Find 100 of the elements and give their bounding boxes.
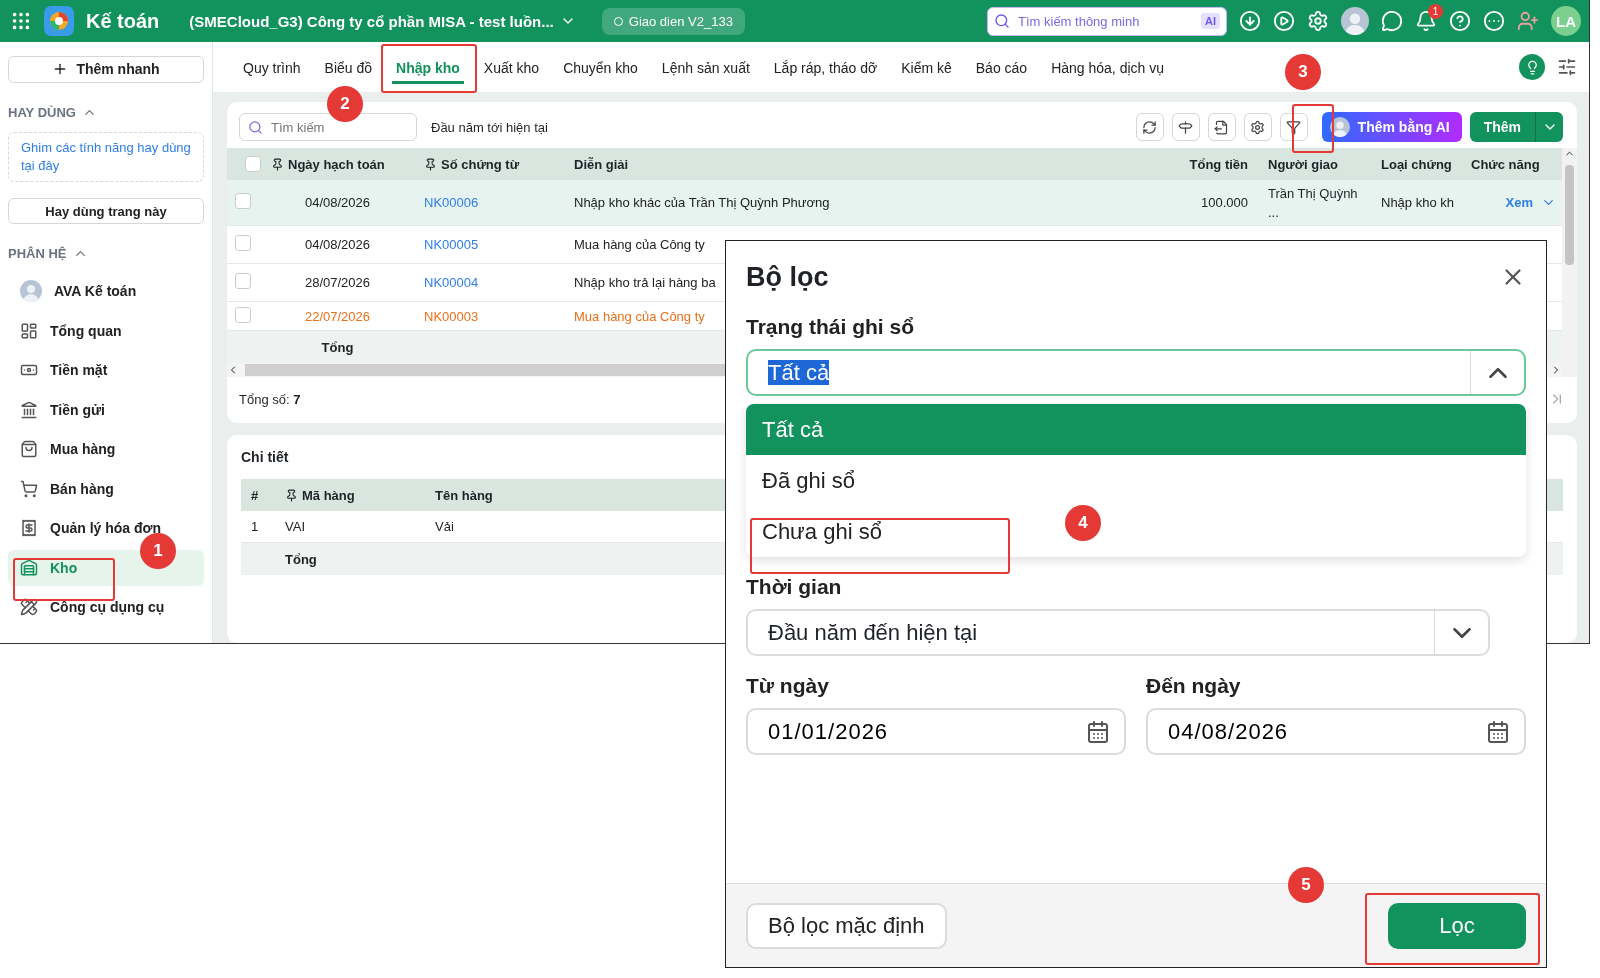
tab[interactable]: Báo cáo (971, 50, 1032, 84)
favorite-page-button[interactable]: Hay dùng trang này (8, 197, 204, 225)
total-label: Tổng (320, 339, 355, 355)
export-icon (1214, 119, 1230, 135)
row-checkbox[interactable] (235, 193, 251, 209)
sidebar-item[interactable]: AVA Kế toán (8, 273, 204, 309)
field-label: Đến ngày (1146, 674, 1242, 698)
settings-icon[interactable] (1307, 10, 1329, 32)
quick-add-button[interactable]: Thêm nhanh (8, 56, 204, 83)
ai-badge: AI (1201, 13, 1220, 29)
tab[interactable]: Hàng hóa, dịch vụ (1047, 50, 1168, 84)
default-filter-button[interactable]: Bộ lọc mặc định (746, 902, 947, 949)
export-button[interactable] (1207, 113, 1236, 141)
search-field[interactable]: Tìm kiếm (239, 113, 417, 141)
calendar-icon[interactable] (1086, 719, 1110, 744)
module-icon (20, 598, 38, 617)
description-cell-text: Nhập kho trả lại hàng ba (573, 275, 717, 290)
avatar-icon (20, 280, 42, 303)
select-value: Tất cả (768, 359, 830, 385)
chevron-down-icon (1452, 627, 1471, 638)
table-cell-text: Vải (434, 519, 455, 534)
avatar-icon (1341, 7, 1369, 35)
settings-button[interactable] (1243, 113, 1272, 141)
period-label[interactable]: Đầu năm tới hiện tại (431, 119, 548, 135)
apply-filter-button[interactable]: Lọc (1388, 902, 1526, 949)
deliverer-cell-text: Trần Thị Quỳnh ... (1267, 184, 1359, 222)
tab[interactable]: Xuất kho (479, 50, 544, 84)
description-cell-text: Nhập kho khác của Trần Thị Quỳnh Phương (573, 195, 831, 210)
pin-icon (271, 157, 284, 171)
date-input[interactable]: 04/08/2026 (1148, 718, 1486, 745)
detail-title: Chi tiết (241, 449, 290, 465)
column-header: Mã hàng (302, 487, 355, 503)
dropdown-option[interactable]: Tất cả (746, 404, 1526, 455)
play-icon[interactable] (1273, 10, 1295, 32)
tab[interactable]: Lắp ráp, tháo dỡ (769, 50, 882, 84)
sidebar-item[interactable]: Tiền mặt (8, 352, 204, 388)
column-header: Người giao (1268, 156, 1338, 172)
dialog-title: Bộ lọc (746, 261, 829, 293)
status-select[interactable]: Tất cả (746, 349, 1526, 396)
module-icon (20, 321, 38, 340)
signpost-button[interactable] (1171, 113, 1200, 141)
date-field[interactable]: 04/08/2026 (1146, 708, 1526, 755)
customize-icon[interactable] (1557, 57, 1577, 77)
tab[interactable]: Chuyển kho (559, 50, 642, 84)
column-header: Chức năng (1471, 156, 1540, 172)
highlight-frame (1292, 104, 1334, 153)
row-checkbox[interactable] (235, 273, 251, 289)
voucher-link[interactable]: NK00006 (414, 195, 489, 210)
period-select[interactable]: Đầu năm đến hiện tại (746, 609, 1490, 656)
record-count: Tổng số: 7 (239, 391, 301, 407)
search-icon (994, 13, 1010, 29)
calendar-icon[interactable] (1486, 719, 1510, 744)
download-icon[interactable] (1239, 10, 1261, 32)
view-link[interactable]: Xem (1461, 195, 1562, 210)
column-header: Tên hàng (435, 487, 493, 503)
module-icon (20, 558, 38, 577)
voucher-link[interactable]: NK00005 (414, 237, 489, 252)
refresh-button[interactable] (1135, 113, 1164, 141)
row-checkbox[interactable] (235, 235, 251, 251)
description-cell-text: Mua hàng của Công ty (573, 237, 706, 252)
filter-icon (1286, 119, 1302, 135)
dropdown-option[interactable]: Đã ghi sổ (746, 455, 1526, 506)
chat-icon[interactable] (1381, 10, 1403, 32)
tab[interactable]: Lệnh sản xuất (657, 50, 754, 84)
section-title: HAY DÙNG (8, 104, 76, 120)
sidebar-item[interactable]: Mua hàng (8, 431, 204, 467)
filter-button[interactable] (1279, 113, 1308, 141)
pin-hint: Ghim các tính năng hay dùng tại đây (8, 131, 204, 182)
add-menu-button[interactable] (1535, 112, 1563, 142)
add-with-ai-button[interactable]: Thêm bằng AI (1321, 112, 1462, 142)
sidebar-item[interactable]: Bán hàng (8, 470, 204, 507)
date-input[interactable]: 01/01/2026 (748, 718, 1086, 745)
chevron-up-icon (1488, 367, 1507, 378)
smart-search-field[interactable]: Tìm kiếm thông minh AI (987, 6, 1227, 36)
add-button[interactable]: Thêm (1469, 112, 1535, 142)
scrollbar-thumb[interactable] (1565, 165, 1574, 265)
table-cell-text: VAI (284, 519, 306, 534)
table-row[interactable]: 04/08/2026 NK00006 Nhập kho khác của Trần Thị Quỳnh Phương 100.000 Trần Thị Quỳnh ... Nhập kho kh Xem (227, 180, 1562, 226)
tab[interactable]: Kiểm kê (897, 50, 956, 84)
column-header: Loại chứng (1381, 156, 1452, 172)
tab[interactable]: Quy trình (239, 50, 305, 84)
company-selector[interactable]: (SMECloud_G3) Công ty cổ phần MISA - test luồn... (189, 12, 576, 30)
tab[interactable]: Biểu đồ (320, 50, 377, 84)
sidebar-item[interactable]: Tiền gửi (8, 391, 204, 428)
tab[interactable]: Nhập kho (392, 50, 464, 84)
voucher-link[interactable]: NK00004 (414, 275, 489, 290)
row-checkbox[interactable] (235, 306, 251, 323)
select-all-checkbox[interactable] (245, 156, 261, 172)
date-field[interactable]: 01/01/2026 (746, 708, 1126, 755)
sidebar-item[interactable]: Tổng quan (8, 312, 204, 349)
module-icon (20, 519, 38, 538)
pin-icon (285, 488, 298, 502)
sidebar-item[interactable]: Công cụ dụng cụ (8, 589, 204, 625)
help-icon[interactable] (1449, 10, 1471, 32)
column-header: Diễn giải (574, 156, 629, 172)
tips-icon[interactable] (1519, 54, 1545, 80)
more-icon[interactable] (1483, 10, 1505, 32)
avatar-icon (1329, 117, 1350, 137)
app-name: Kế toán (86, 9, 160, 33)
app-grid-icon[interactable] (10, 10, 32, 32)
